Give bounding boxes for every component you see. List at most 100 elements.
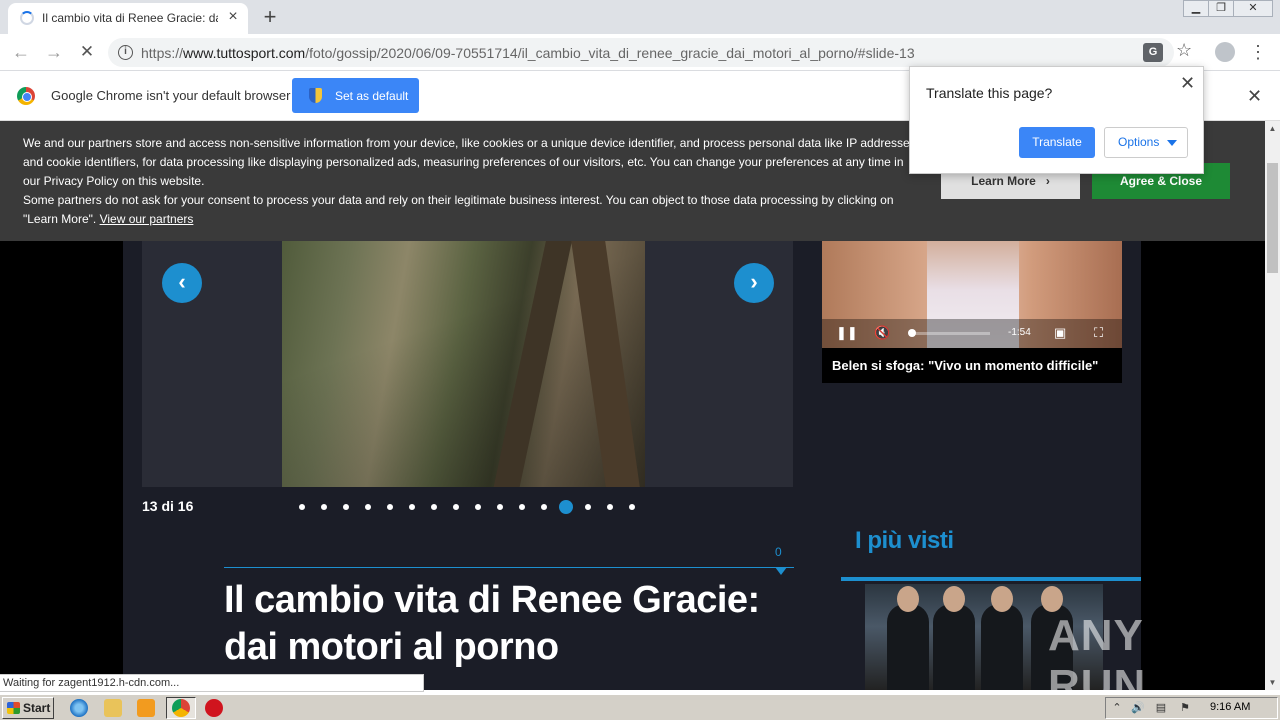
opera-icon[interactable] xyxy=(205,699,223,717)
chrome-taskbar-icon xyxy=(172,699,190,717)
gallery-dot[interactable] xyxy=(431,504,437,510)
pause-icon[interactable]: ❚❚ xyxy=(836,325,858,341)
view-partners-link[interactable]: View our partners xyxy=(100,212,194,226)
translate-icon[interactable]: G xyxy=(1143,43,1163,62)
loading-spinner-icon xyxy=(20,11,34,25)
comment-flag-icon xyxy=(775,567,787,575)
gallery-dot[interactable] xyxy=(409,504,415,510)
gallery-next-button[interactable]: › xyxy=(734,263,774,303)
start-button[interactable]: Start xyxy=(2,697,54,719)
address-bar[interactable]: i https://www.tuttosport.com/foto/gossip… xyxy=(108,38,1192,67)
gallery-dot[interactable] xyxy=(541,504,547,510)
windows-logo-icon xyxy=(7,702,20,714)
infobar-message: Google Chrome isn't your default browser xyxy=(51,88,291,103)
gallery-dot[interactable] xyxy=(343,504,349,510)
gallery-dot[interactable] xyxy=(607,504,613,510)
internet-explorer-icon[interactable] xyxy=(70,699,88,717)
most-viewed-underline xyxy=(841,577,1141,581)
translate-options-label: Options xyxy=(1118,135,1160,149)
comment-count[interactable]: 0 xyxy=(775,545,782,559)
gallery-dot-active[interactable] xyxy=(559,500,573,514)
forward-arrow-icon[interactable]: → xyxy=(42,40,66,64)
fullscreen-icon[interactable]: ⛶ xyxy=(1094,325,1103,341)
gallery-photo xyxy=(282,220,645,487)
gallery-dot[interactable] xyxy=(299,504,305,510)
photo-person-head xyxy=(897,586,919,612)
infobar-close-icon[interactable]: ✕ xyxy=(1247,86,1262,107)
translate-popup-title: Translate this page? xyxy=(926,85,1053,101)
gallery-dot[interactable] xyxy=(365,504,371,510)
profile-avatar-icon[interactable] xyxy=(1215,42,1235,62)
clock[interactable]: 9:16 AM xyxy=(1210,701,1250,713)
video-caption[interactable]: Belen si sfoga: "Vivo un momento diffici… xyxy=(832,358,1098,373)
chrome-logo-icon xyxy=(17,87,35,105)
browser-tab[interactable]: Il cambio vita di Renee Gracie: dai m × xyxy=(8,3,248,34)
uac-shield-icon xyxy=(309,88,322,103)
photo-tree-trunk xyxy=(493,220,577,487)
anyrun-watermark: ANY RUN xyxy=(1048,611,1147,690)
site-info-icon[interactable]: i xyxy=(118,45,133,60)
learn-more-label: Learn More xyxy=(971,174,1036,188)
bookmark-star-icon[interactable]: ☆ xyxy=(1176,40,1192,61)
learn-more-arrow-icon: › xyxy=(1045,174,1050,188)
minimize-button[interactable]: ▁ xyxy=(1183,0,1209,17)
video-time: -1:54 xyxy=(1008,327,1031,338)
taskbar-chrome-window[interactable] xyxy=(166,697,196,719)
gallery-slide: ‹ › xyxy=(142,220,793,487)
url-host: www.tuttosport.com xyxy=(183,45,306,61)
gallery-dot[interactable] xyxy=(321,504,327,510)
back-arrow-icon[interactable]: ← xyxy=(9,40,33,64)
chrome-menu-icon[interactable]: ⋮ xyxy=(1248,40,1268,64)
windows-taskbar: Start ⌃ 🔊 ▤ ⚑ 9:16 AM xyxy=(0,694,1280,720)
gallery-dot[interactable] xyxy=(475,504,481,510)
gallery-dot[interactable] xyxy=(497,504,503,510)
video-player[interactable]: ❚❚ 🔇 -1:54 ▣ ⛶ Belen si sfoga: "Vivo un … xyxy=(822,220,1122,383)
mute-icon[interactable]: 🔇 xyxy=(874,325,890,341)
article-headline: Il cambio vita di Renee Gracie: dai moto… xyxy=(224,579,760,668)
system-tray: ⌃ 🔊 ▤ ⚑ 9:16 AM xyxy=(1105,697,1278,719)
most-viewed-heading: I più visti xyxy=(855,527,954,554)
network-icon[interactable]: ▤ xyxy=(1154,702,1168,715)
translate-button[interactable]: Translate xyxy=(1019,127,1095,158)
folder-icon[interactable] xyxy=(104,699,122,717)
gallery-prev-button[interactable]: ‹ xyxy=(162,263,202,303)
video-progress-knob[interactable] xyxy=(908,329,916,337)
gallery-dot[interactable] xyxy=(387,504,393,510)
cookie-consent-text: We and our partners store and access non… xyxy=(23,134,918,229)
photo-person xyxy=(933,604,975,690)
photo-person xyxy=(981,604,1023,690)
gallery-dot[interactable] xyxy=(519,504,525,510)
volume-icon[interactable]: 🔊 xyxy=(1131,702,1145,715)
tab-close-icon[interactable]: × xyxy=(224,8,242,26)
photo-tree-trunk xyxy=(568,220,640,487)
video-progress-bar[interactable] xyxy=(910,332,990,335)
action-center-flag-icon[interactable]: ⚑ xyxy=(1178,702,1192,715)
scroll-thumb[interactable] xyxy=(1267,163,1278,273)
picture-in-picture-icon[interactable]: ▣ xyxy=(1054,325,1066,341)
cookie-text-paragraph-1: We and our partners store and access non… xyxy=(23,136,916,188)
scroll-down-arrow-icon[interactable]: ▼ xyxy=(1265,675,1280,690)
video-controls: ❚❚ 🔇 -1:54 ▣ ⛶ xyxy=(822,319,1122,348)
start-label: Start xyxy=(23,701,51,715)
gallery-dot[interactable] xyxy=(453,504,459,510)
translate-popup-close-icon[interactable]: ✕ xyxy=(1180,73,1195,94)
tab-strip: Il cambio vita di Renee Gracie: dai m × … xyxy=(0,0,1280,34)
translate-options-dropdown[interactable]: Options xyxy=(1104,127,1188,158)
tab-title: Il cambio vita di Renee Gracie: dai m xyxy=(42,11,218,25)
gallery-dot[interactable] xyxy=(629,504,635,510)
url-text[interactable]: https://www.tuttosport.com/foto/gossip/2… xyxy=(141,45,915,61)
restore-button[interactable]: ❐ xyxy=(1208,0,1234,17)
url-path: /foto/gossip/2020/06/09-70551714/il_camb… xyxy=(305,45,915,61)
photo-person xyxy=(887,604,929,690)
scroll-up-arrow-icon[interactable]: ▲ xyxy=(1265,121,1280,136)
new-tab-button[interactable]: + xyxy=(258,3,282,31)
headline-divider xyxy=(224,567,794,568)
set-as-default-button[interactable]: Set as default xyxy=(292,78,419,113)
media-player-icon[interactable] xyxy=(137,699,155,717)
window-close-button[interactable]: ✕ xyxy=(1233,0,1273,17)
gallery-dot[interactable] xyxy=(585,504,591,510)
tray-expand-icon[interactable]: ⌃ xyxy=(1110,702,1124,715)
stop-loading-icon[interactable]: ✕ xyxy=(75,40,99,64)
slide-counter: 13 di 16 xyxy=(142,498,194,514)
page-scrollbar[interactable]: ▲ ▼ xyxy=(1265,121,1280,690)
